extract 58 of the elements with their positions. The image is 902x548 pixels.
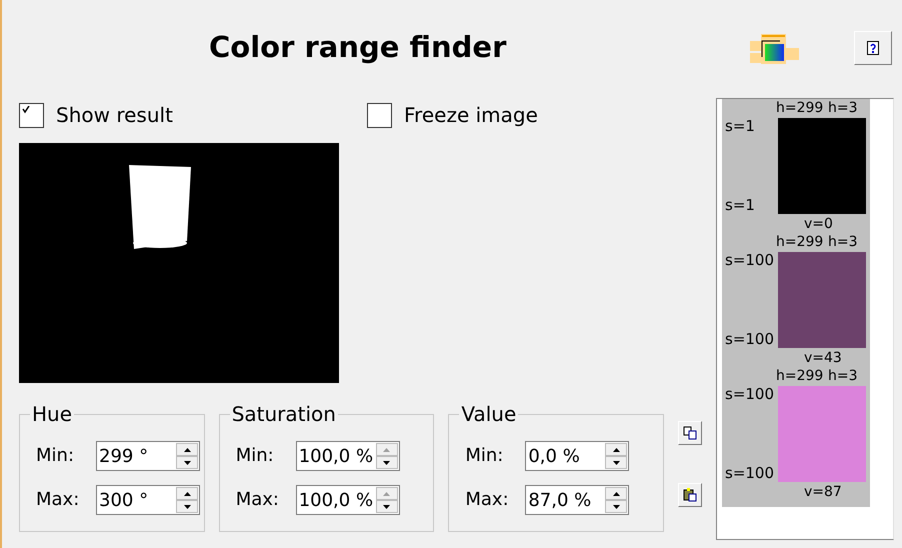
copy-icon [683,426,698,440]
spin-field[interactable]: 0,0 % [525,441,630,471]
group-title: Saturation [230,401,337,428]
spin-up-button[interactable] [176,487,198,500]
paste-button[interactable] [678,483,702,507]
field-label: Max: [36,488,80,512]
help-button[interactable] [854,30,892,64]
field-label: Min: [36,444,76,468]
spin-field[interactable]: 300 ° [96,485,200,515]
down-arrow-icon [184,460,190,464]
saturation-bottom-label: s=1 [725,198,755,213]
saturation-top-label: s=100 [725,253,774,268]
spin-down-button[interactable] [176,456,198,469]
saturation-bottom-label: s=100 [725,332,774,347]
spin-field[interactable]: 100,0 % [296,485,400,515]
spin-down-button[interactable] [176,500,198,513]
window-title: Color range finder [209,28,506,66]
hue-min-label: h=299 [776,101,824,115]
paste-icon [683,488,698,502]
saturation-top-label: s=1 [725,119,755,134]
field-label: Max: [236,488,280,512]
spin-down-button[interactable] [376,456,398,469]
down-arrow-icon [383,504,390,508]
field-label: Min: [236,444,275,468]
checkbox-label: Freeze image [404,102,538,129]
group-title: Hue [31,401,74,428]
spin-down-button[interactable] [376,500,398,513]
down-arrow-icon [612,460,620,464]
down-arrow-icon [383,460,390,464]
spin-up-button[interactable] [176,443,198,456]
value-label: v=87 [804,485,842,499]
spin-field[interactable]: 100,0 % [296,441,400,471]
spin-up-button[interactable] [605,443,628,456]
down-arrow-icon [184,504,190,508]
spin-up-button[interactable] [605,487,628,500]
hue-max-label: h=3 [828,369,858,383]
value-label: v=0 [804,217,833,231]
hue-max-label: h=3 [828,101,858,115]
field-label: Max: [465,488,510,512]
check-icon [22,106,30,114]
spin-field[interactable]: 299 ° [96,441,200,471]
copy-button[interactable] [678,421,702,445]
help-icon [867,40,879,54]
spin-field[interactable]: 87,0 % [525,485,630,515]
down-arrow-icon [612,504,620,508]
saturation-top-label: s=100 [725,387,774,402]
checkbox[interactable] [19,102,44,128]
hue-max-label: h=3 [828,235,858,249]
saturation-bottom-label: s=100 [725,466,774,481]
spin-down-button[interactable] [605,456,628,469]
checkbox-label: Show result [56,102,173,129]
field-label: Min: [465,444,504,468]
value-label: v=43 [804,351,842,365]
hue-min-label: h=299 [776,369,824,383]
checkbox[interactable] [367,102,392,128]
spin-down-button[interactable] [605,500,628,513]
group-title: Value [460,401,518,428]
hue-min-label: h=299 [776,235,824,249]
